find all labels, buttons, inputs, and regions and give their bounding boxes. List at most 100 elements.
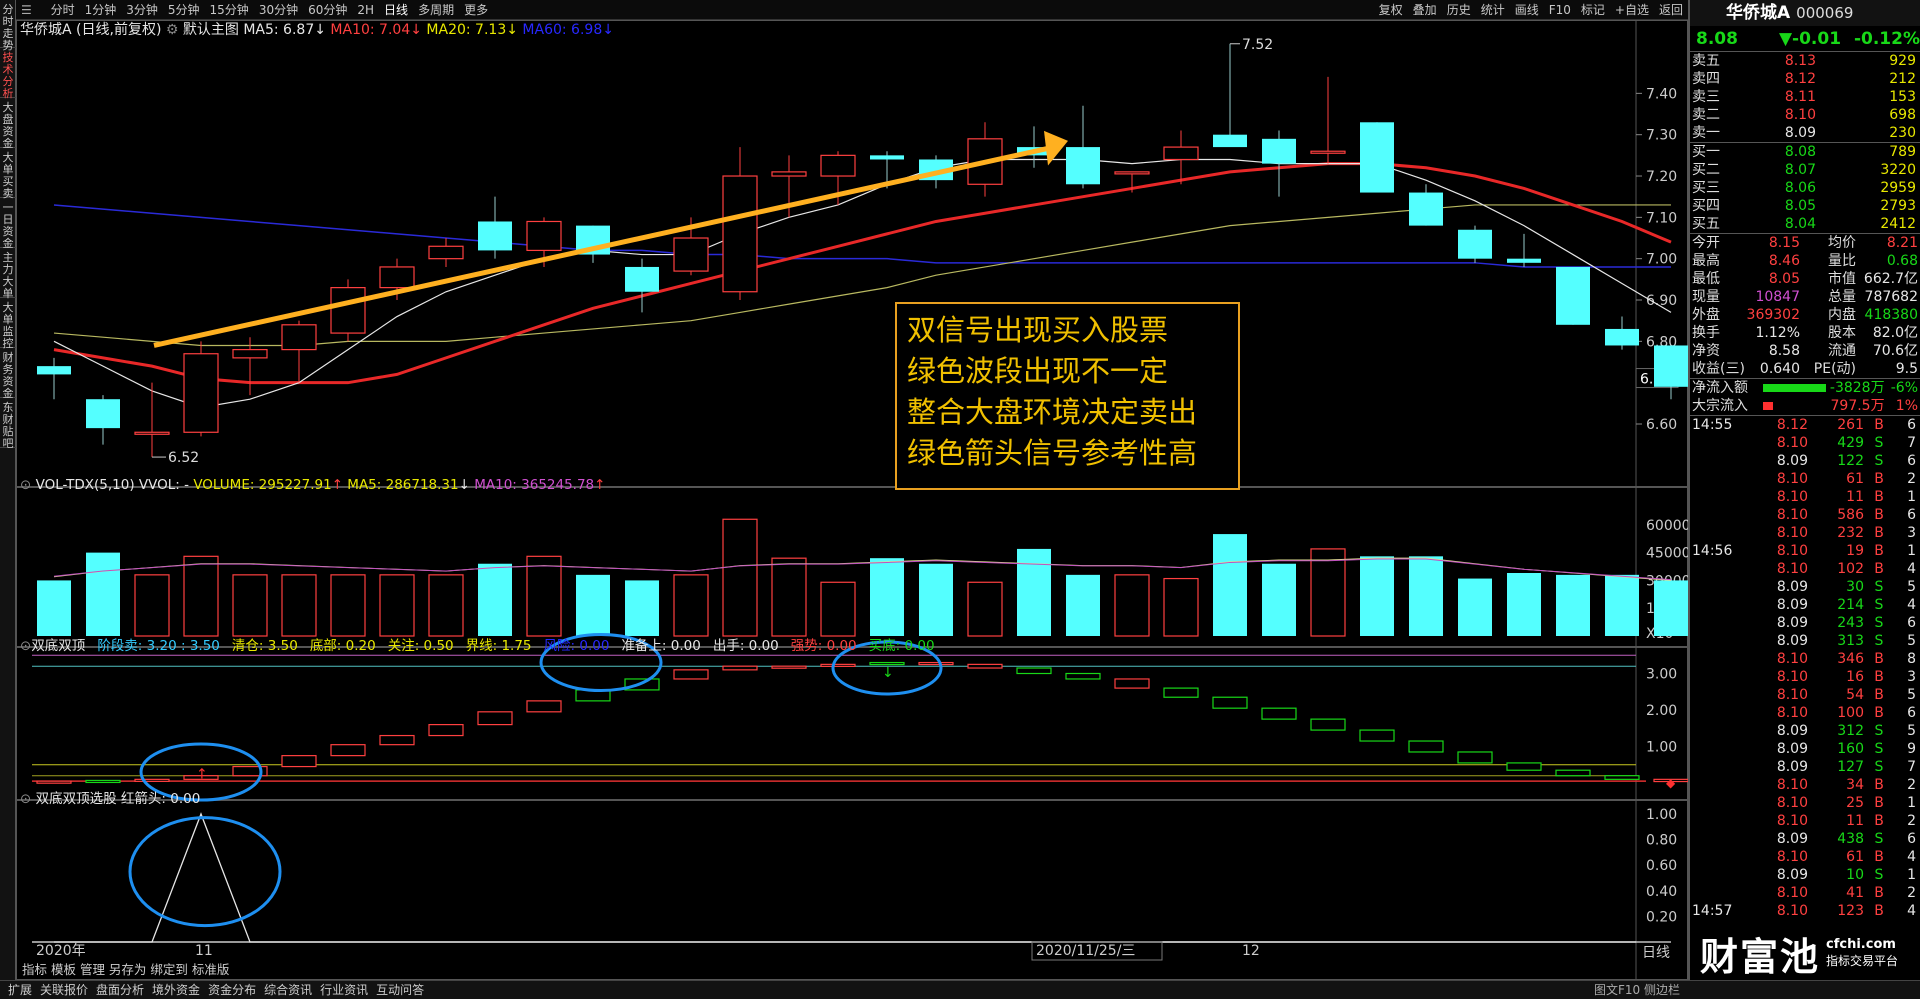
left-tab-2[interactable]: 大盘资金 (0, 98, 16, 150)
left-tab-0[interactable]: 分时走势 (0, 0, 16, 52)
tick-side: B (1874, 543, 1884, 559)
tick-price: 8.10 (1776, 885, 1808, 901)
tick-row: 8.10 346 B 8 (1690, 650, 1920, 668)
low-label: 6.52 (168, 450, 199, 466)
period-tab-7[interactable]: 2H (352, 0, 379, 20)
sig-axis-label: 1.00 (1646, 740, 1677, 756)
period-tab-5[interactable]: 30分钟 (254, 0, 303, 20)
bottom-right-links[interactable]: 图文F10 侧边栏 (1590, 981, 1684, 999)
tick-price: 8.10 (1776, 435, 1808, 451)
tick-side: S (1874, 453, 1884, 469)
tick-time (1692, 686, 1764, 704)
tick-count: 8 (1907, 651, 1916, 667)
tool-6[interactable]: 标记 (1576, 0, 1610, 20)
panel-collapse-icon[interactable]: ⊙ (20, 477, 31, 493)
tool-0[interactable]: 复权 (1374, 0, 1408, 20)
signal-bar (1114, 678, 1150, 689)
bottom-tab-5[interactable]: 综合资讯 (260, 981, 316, 999)
tick-volume: 11 (1846, 813, 1864, 829)
stat-row: 今开 8.15 均价 8.21 (1690, 234, 1920, 252)
tick-count: 1 (1907, 489, 1916, 505)
tool-8[interactable]: 返回 (1654, 0, 1688, 20)
tool-3[interactable]: 统计 (1476, 0, 1510, 20)
volume-bar (625, 580, 659, 636)
left-tab-1[interactable]: 技术分析 (0, 48, 16, 100)
menu-icon[interactable]: ☰ (16, 0, 37, 20)
bottom-tab-3[interactable]: 境外资金 (148, 981, 204, 999)
tick-price: 8.10 (1776, 651, 1808, 667)
tick-side: B (1874, 885, 1884, 901)
tool-2[interactable]: 历史 (1442, 0, 1476, 20)
volume-bar (1556, 574, 1590, 636)
left-tab-7[interactable]: 财务资金 (0, 348, 16, 400)
bottom-tab-7[interactable]: 互动问答 (372, 981, 428, 999)
tick-row: 8.10 54 B 5 (1690, 686, 1920, 704)
period-tab-0[interactable]: 分时 (46, 0, 80, 20)
tick-time (1692, 650, 1764, 668)
tick-row: 14:56 8.10 19 B 1 (1690, 542, 1920, 560)
left-tab-5[interactable]: 主力大单 (0, 248, 16, 300)
stat-value: 787682 (1864, 289, 1918, 305)
tick-count: 7 (1907, 759, 1916, 775)
bottom-tab-6[interactable]: 行业资讯 (316, 981, 372, 999)
stat-label: 内盘 (1828, 307, 1856, 323)
quote-row: 买三 8.06 2959 (1690, 179, 1920, 197)
tick-volume: 16 (1846, 669, 1864, 685)
bottom-tab-2[interactable]: 盘面分析 (92, 981, 148, 999)
tool-5[interactable]: F10 (1544, 0, 1576, 20)
volume-bar (1360, 556, 1394, 636)
chart-area[interactable]: 7.407.307.207.107.006.906.806.706.606.71… (16, 20, 1688, 980)
tick-time (1692, 776, 1764, 794)
tick-row: 8.10 34 B 2 (1690, 776, 1920, 794)
tick-side: B (1874, 651, 1884, 667)
signal-item-4: 界线: 1.75 (465, 638, 532, 654)
tick-price: 8.09 (1776, 759, 1808, 775)
bottom-tab-0[interactable]: 扩展 (4, 981, 36, 999)
candle-body (1213, 134, 1247, 148)
period-tab-8[interactable]: 日线 (379, 0, 413, 20)
period-tab-4[interactable]: 15分钟 (205, 0, 254, 20)
signal-bar (1065, 672, 1101, 680)
bottom-tab-4[interactable]: 资金分布 (204, 981, 260, 999)
left-tab-3[interactable]: 大单买卖 (0, 148, 16, 200)
tick-row: 8.09 438 S 6 (1690, 830, 1920, 848)
period-tab-6[interactable]: 60分钟 (303, 0, 352, 20)
tick-count: 5 (1907, 579, 1916, 595)
tick-volume: 61 (1846, 849, 1864, 865)
candle-body (281, 324, 317, 351)
period-tab-10[interactable]: 更多 (459, 0, 493, 20)
candle-body (183, 353, 219, 433)
select-item: 红箭头: 0.00 (120, 791, 201, 807)
period-tab-1[interactable]: 1分钟 (80, 0, 122, 20)
watermark-tag: 指标交易平台 (1826, 954, 1899, 968)
tick-side: S (1874, 831, 1884, 847)
left-tab-4[interactable]: 一日资金 (0, 198, 16, 250)
high-label: 7.52 (1242, 37, 1273, 53)
signal-item-9: 买底: 0.00 (868, 638, 935, 654)
panel-collapse-icon[interactable]: ⊙ (20, 638, 31, 654)
period-tab-9[interactable]: 多周期 (413, 0, 459, 20)
settings-icon[interactable]: ⚙ (166, 22, 179, 38)
stat-value: 369302 (1746, 307, 1800, 323)
chart-name[interactable]: 默认主图 (183, 22, 239, 38)
period-tab-3[interactable]: 5分钟 (163, 0, 205, 20)
tick-volume: 313 (1837, 633, 1864, 649)
panel-collapse-icon[interactable]: ⊙ (20, 791, 31, 807)
tool-7[interactable]: +自选 (1610, 0, 1654, 20)
highlight-circle-3 (128, 816, 282, 928)
tick-row: 8.10 61 B 2 (1690, 470, 1920, 488)
left-tab-6[interactable]: 大单监控 (0, 298, 16, 350)
tool-1[interactable]: 叠加 (1408, 0, 1442, 20)
volume-bar (919, 563, 953, 636)
tool-4[interactable]: 画线 (1510, 0, 1544, 20)
quote-price: 8.11 (1784, 89, 1816, 105)
tick-time (1692, 524, 1764, 542)
candle-body (1654, 345, 1688, 387)
candle-body (134, 431, 170, 435)
tick-row: 8.09 122 S 6 (1690, 452, 1920, 470)
left-tab-8[interactable]: 东财贴吧 (0, 398, 16, 450)
stat-row: 最高 8.46 量比 0.68 (1690, 252, 1920, 270)
bottom-tab-1[interactable]: 关联报价 (36, 981, 92, 999)
period-tab-2[interactable]: 3分钟 (121, 0, 163, 20)
tick-row: 8.09 243 S 6 (1690, 614, 1920, 632)
